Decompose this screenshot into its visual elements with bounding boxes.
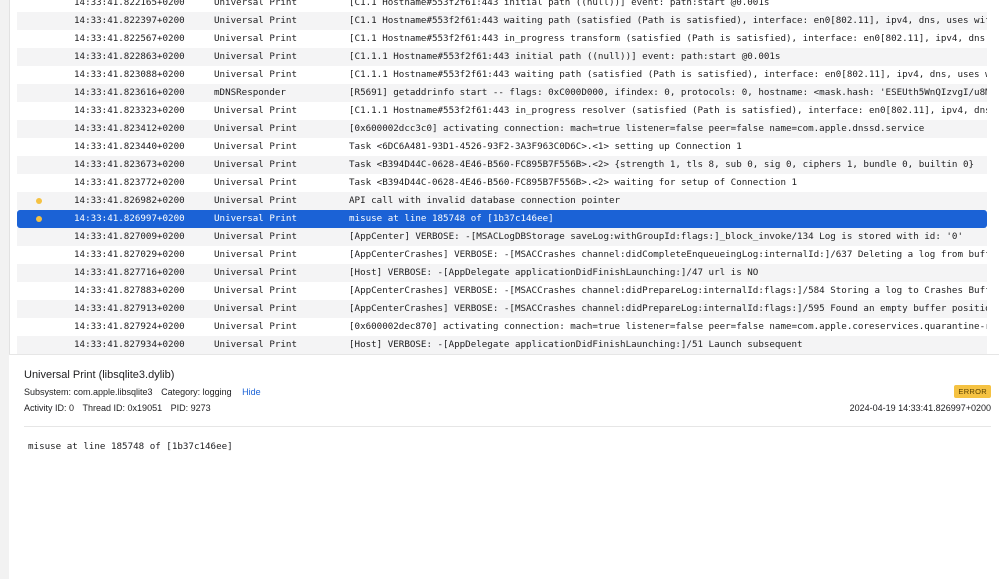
log-message: Task <B394D44C-0628-4E46-B560-FC895B7F55… xyxy=(349,159,975,170)
detail-subsystem-line: Subsystem: com.apple.libsqlite3 Category… xyxy=(24,387,261,397)
log-process: Universal Print xyxy=(214,33,297,44)
log-process: Universal Print xyxy=(214,339,297,350)
detail-message: misuse at line 185748 of [1b37c146ee] xyxy=(28,441,233,452)
log-message: misuse at line 185748 of [1b37c146ee] xyxy=(349,213,554,224)
log-time: 14:33:41.827924+0200 xyxy=(74,321,185,332)
log-process: Universal Print xyxy=(214,231,297,242)
detail-title: Universal Print (libsqlite3.dylib) xyxy=(24,369,175,381)
log-message: API call with invalid database connectio… xyxy=(349,195,621,206)
log-process: Universal Print xyxy=(214,141,297,152)
log-message: [C1.1 Hostname#553f2f61:443 initial path… xyxy=(349,0,770,8)
log-process: Universal Print xyxy=(214,213,297,224)
log-message: [AppCenterCrashes] VERBOSE: -[MSACCrashe… xyxy=(349,285,987,296)
subsystem-label: Subsystem: com.apple.libsqlite3 xyxy=(24,387,153,397)
log-time: 14:33:41.823673+0200 xyxy=(74,159,185,170)
log-row[interactable]: 14:33:41.822165+0200 Universal Print [C1.1… xyxy=(17,0,987,12)
log-time: 14:33:41.823323+0200 xyxy=(74,105,185,116)
log-time: 14:33:41.827029+0200 xyxy=(74,249,185,260)
log-message: [0x600002dec870] activating connection: … xyxy=(349,321,987,332)
log-process: Universal Print xyxy=(214,321,297,332)
log-message: Task <B394D44C-0628-4E46-B560-FC895B7F55… xyxy=(349,177,798,188)
log-message: Task <6DC6A481-93D1-4526-93F2-3A3F963C0D… xyxy=(349,141,742,152)
log-row[interactable]: 14:33:41.823616+0200 mDNSResponder [R5691]… xyxy=(17,84,987,102)
log-message: [AppCenter] VERBOSE: -[MSACLogDBStorage … xyxy=(349,231,963,242)
log-time: 14:33:41.827716+0200 xyxy=(74,267,185,278)
log-time: 14:33:41.827009+0200 xyxy=(74,231,185,242)
log-message: [AppCenterCrashes] VERBOSE: -[MSACCrashe… xyxy=(349,249,987,260)
log-process: Universal Print xyxy=(214,303,297,314)
log-time: 14:33:41.823772+0200 xyxy=(74,177,185,188)
log-process: Universal Print xyxy=(214,105,297,116)
log-time: 14:33:41.822165+0200 xyxy=(74,0,185,8)
log-row-selected[interactable]: 14:33:41.826997+0200 Universal Print misus… xyxy=(17,210,987,228)
log-row[interactable]: 14:33:41.823772+0200 Universal Print Task … xyxy=(17,174,987,192)
log-process: Universal Print xyxy=(214,15,297,26)
log-row[interactable]: 14:33:41.827883+0200 Universal Print [AppC… xyxy=(17,282,987,300)
log-message: [C1.1.1 Hostname#553f2f61:443 waiting pa… xyxy=(349,69,987,80)
log-message: [C1.1 Hostname#553f2f61:443 in_progress … xyxy=(349,33,987,44)
log-time: 14:33:41.823088+0200 xyxy=(74,69,185,80)
log-message: [Host] VERBOSE: -[AppDelegate applicatio… xyxy=(349,339,803,350)
log-time: 14:33:41.827934+0200 xyxy=(74,339,185,350)
log-process: Universal Print xyxy=(214,249,297,260)
log-message: [Host] VERBOSE: -[AppDelegate applicatio… xyxy=(349,267,759,278)
divider xyxy=(24,426,991,427)
detail-ids-line: Activity ID: 0 Thread ID: 0x19051 PID: 9… xyxy=(24,403,211,413)
log-row[interactable]: 14:33:41.823323+0200 Universal Print [C1.1… xyxy=(17,102,987,120)
log-process: Universal Print xyxy=(214,159,297,170)
log-message: [0x600002dcc3c0] activating connection: … xyxy=(349,123,925,134)
log-row[interactable]: 14:33:41.827716+0200 Universal Print [Host… xyxy=(17,264,987,282)
log-process: Universal Print xyxy=(214,195,297,206)
log-time: 14:33:41.827883+0200 xyxy=(74,285,185,296)
hide-link[interactable]: Hide xyxy=(242,387,261,397)
activity-id: Activity ID: 0 xyxy=(24,403,75,413)
log-process: Universal Print xyxy=(214,285,297,296)
log-process: Universal Print xyxy=(214,123,297,134)
log-row[interactable]: 14:33:41.822863+0200 Universal Print [C1.1… xyxy=(17,48,987,66)
log-time: 14:33:41.826982+0200 xyxy=(74,195,185,206)
log-row[interactable]: 14:33:41.823088+0200 Universal Print [C1.1… xyxy=(17,66,987,84)
detail-timestamp: 2024-04-19 14:33:41.826997+0200 xyxy=(849,403,991,413)
log-time: 14:33:41.822863+0200 xyxy=(74,51,185,62)
log-row[interactable]: 14:33:41.827913+0200 Universal Print [AppC… xyxy=(17,300,987,318)
thread-id: Thread ID: 0x19051 xyxy=(82,403,163,413)
log-time: 14:33:41.823616+0200 xyxy=(74,87,185,98)
log-row[interactable]: 14:33:41.822567+0200 Universal Print [C1.1… xyxy=(17,30,987,48)
log-message: [C1.1.1 Hostname#553f2f61:443 initial pa… xyxy=(349,51,781,62)
log-process: Universal Print xyxy=(214,177,297,188)
log-row[interactable]: 14:33:41.823440+0200 Universal Print Task … xyxy=(17,138,987,156)
log-row[interactable]: 14:33:41.823673+0200 Universal Print Task … xyxy=(17,156,987,174)
log-row[interactable]: 14:33:41.822397+0200 Universal Print [C1.1… xyxy=(17,12,987,30)
log-row[interactable]: 14:33:41.823412+0200 Universal Print [0x60… xyxy=(17,120,987,138)
detail-pane: Universal Print (libsqlite3.dylib) Subsy… xyxy=(9,354,999,580)
error-badge: ERROR xyxy=(954,385,991,398)
category-label: Category: logging xyxy=(161,387,232,397)
log-time: 14:33:41.823412+0200 xyxy=(74,123,185,134)
log-process: Universal Print xyxy=(214,69,297,80)
log-time: 14:33:41.822397+0200 xyxy=(74,15,185,26)
fault-dot-icon xyxy=(36,198,42,204)
log-process: Universal Print xyxy=(214,267,297,278)
log-row[interactable]: 14:33:41.827924+0200 Universal Print [0x60… xyxy=(17,318,987,336)
log-message: [AppCenterCrashes] VERBOSE: -[MSACCrashe… xyxy=(349,303,987,314)
log-time: 14:33:41.827913+0200 xyxy=(74,303,185,314)
log-message: [C1.1.1 Hostname#553f2f61:443 in_progres… xyxy=(349,105,987,116)
log-table[interactable]: 14:33:41.822165+0200 Universal Print [C1.1… xyxy=(17,0,987,354)
log-row[interactable]: 14:33:41.827029+0200 Universal Print [AppC… xyxy=(17,246,987,264)
pid: PID: 9273 xyxy=(170,403,211,413)
log-time: 14:33:41.823440+0200 xyxy=(74,141,185,152)
log-row[interactable]: 14:33:41.826982+0200 Universal Print API c… xyxy=(17,192,987,210)
log-time: 14:33:41.826997+0200 xyxy=(74,213,185,224)
log-process: mDNSResponder xyxy=(214,87,286,98)
log-row[interactable]: 14:33:41.827934+0200 Universal Print [Host… xyxy=(17,336,987,354)
log-process: Universal Print xyxy=(214,0,297,8)
fault-dot-icon xyxy=(36,216,42,222)
log-message: [C1.1 Hostname#553f2f61:443 waiting path… xyxy=(349,15,987,26)
log-time: 14:33:41.822567+0200 xyxy=(74,33,185,44)
log-process: Universal Print xyxy=(214,51,297,62)
log-row[interactable]: 14:33:41.827009+0200 Universal Print [AppC… xyxy=(17,228,987,246)
log-message: [R5691] getaddrinfo start -- flags: 0xC0… xyxy=(349,87,987,98)
